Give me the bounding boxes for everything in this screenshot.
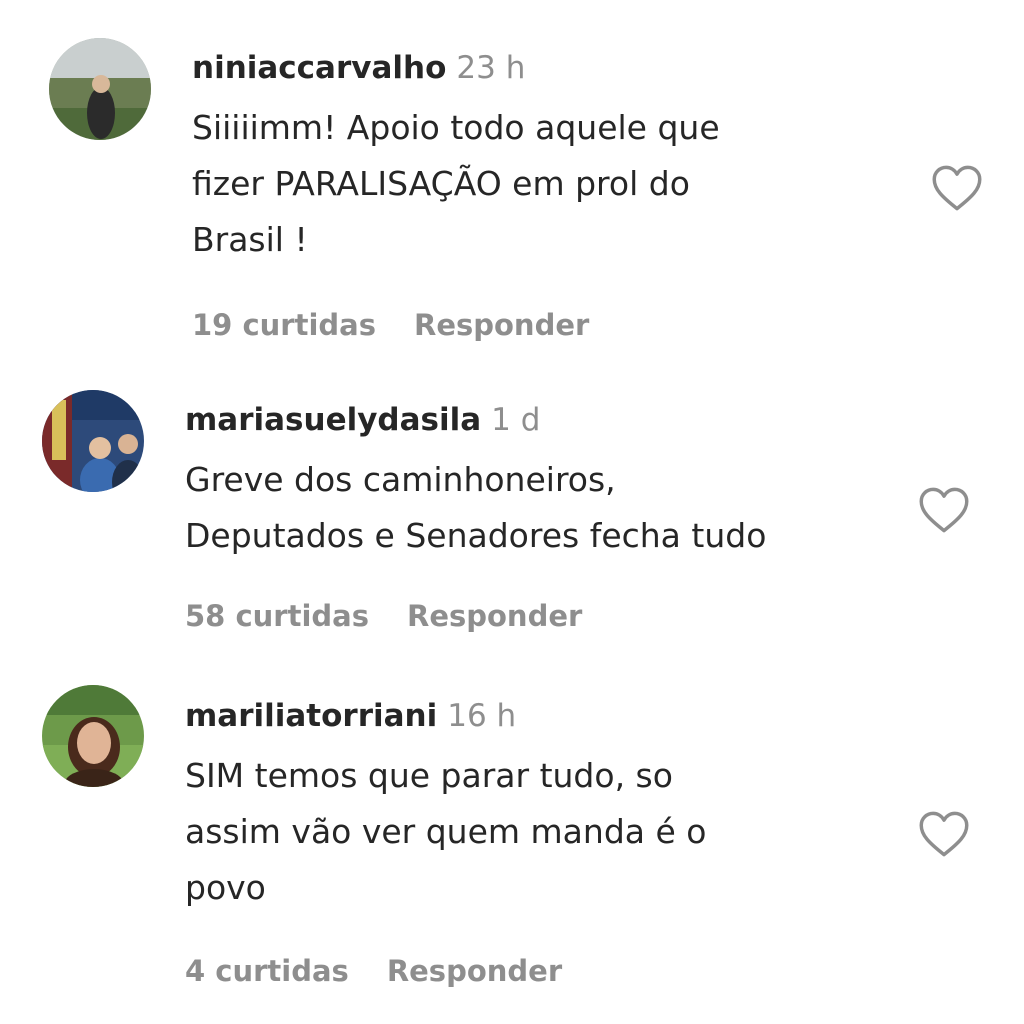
comment-line: Greve dos caminhoneiros, xyxy=(185,460,616,499)
comment-meta: 58 curtidas Responder xyxy=(185,596,582,636)
comment-line: Siiiiimm! Apoio todo aquele que xyxy=(192,108,720,147)
avatar[interactable] xyxy=(42,685,144,787)
username[interactable]: mariliatorriani xyxy=(185,698,437,734)
heart-icon[interactable] xyxy=(918,486,970,534)
comment-line: SIM temos que parar tudo, so xyxy=(185,756,673,795)
timestamp[interactable]: 1 d xyxy=(491,402,540,438)
timestamp[interactable]: 16 h xyxy=(447,698,516,734)
reply-button[interactable]: Responder xyxy=(414,308,589,342)
comment-line: fizer PARALISAÇÃO em prol do xyxy=(192,164,690,203)
comment-header: mariasuelydasila 1 d xyxy=(185,400,540,440)
avatar[interactable] xyxy=(49,38,151,140)
comment-header: mariliatorriani 16 h xyxy=(185,696,516,736)
username[interactable]: niniaccarvalho xyxy=(192,50,446,86)
comment-line: Deputados e Senadores fecha tudo xyxy=(185,516,767,555)
comment-line: povo xyxy=(185,868,266,907)
username[interactable]: mariasuelydasila xyxy=(185,402,481,438)
heart-icon[interactable] xyxy=(931,164,983,212)
comment-header: niniaccarvalho 23 h xyxy=(192,48,525,88)
comment-meta: 4 curtidas Responder xyxy=(185,951,562,991)
comment-text: SIM temos que parar tudo, so assim vão v… xyxy=(185,748,706,916)
timestamp[interactable]: 23 h xyxy=(456,50,525,86)
avatar[interactable] xyxy=(42,390,144,492)
likes-count[interactable]: 58 curtidas xyxy=(185,599,369,633)
comment-line: Brasil ! xyxy=(192,220,308,259)
comment-text: Siiiiimm! Apoio todo aquele que fizer PA… xyxy=(192,100,720,268)
reply-button[interactable]: Responder xyxy=(407,599,582,633)
comment-meta: 19 curtidas Responder xyxy=(192,305,589,345)
reply-button[interactable]: Responder xyxy=(387,954,562,988)
likes-count[interactable]: 19 curtidas xyxy=(192,308,376,342)
comment-text: Greve dos caminhoneiros, Deputados e Sen… xyxy=(185,452,766,564)
likes-count[interactable]: 4 curtidas xyxy=(185,954,349,988)
comment-line: assim vão ver quem manda é o xyxy=(185,812,707,851)
heart-icon[interactable] xyxy=(918,810,970,858)
